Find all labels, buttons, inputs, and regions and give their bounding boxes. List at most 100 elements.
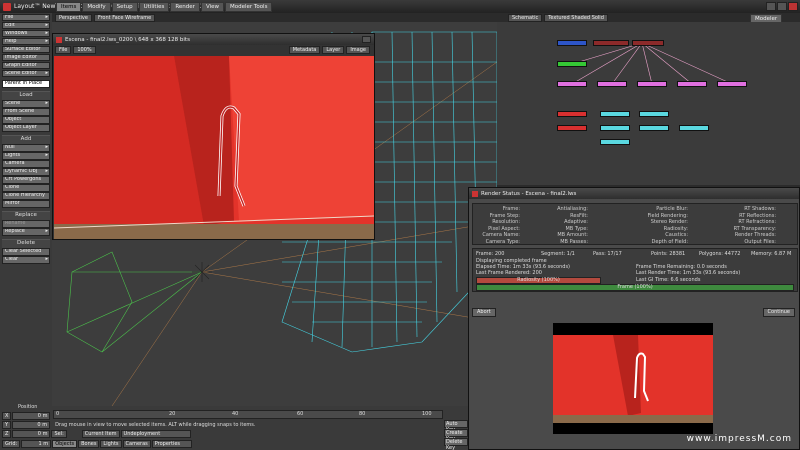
z-position-unit: m — [42, 430, 48, 437]
scene-editor-button[interactable]: Scene Editor — [2, 69, 50, 77]
file-menu[interactable]: File — [2, 13, 50, 21]
close-icon[interactable] — [788, 2, 798, 11]
schematic-node[interactable] — [593, 40, 629, 46]
schematic-node[interactable] — [557, 40, 587, 46]
frame-number: Frame: 200 — [476, 251, 505, 257]
clear-button[interactable]: Clear — [2, 256, 50, 264]
z-position-field[interactable]: 0 m — [12, 429, 51, 438]
tab-items[interactable]: Items — [56, 1, 82, 12]
view-mode-dropdown[interactable]: Perspective — [55, 13, 92, 22]
frame-progress-bar: Frame (100%) — [476, 284, 794, 291]
schematic-node[interactable] — [639, 111, 669, 117]
schematic-node[interactable] — [557, 111, 587, 117]
schematic-view-dropdown[interactable]: Schematic — [508, 13, 543, 22]
load-from-scene-button[interactable]: From Scene — [2, 108, 50, 116]
schematic-node[interactable] — [679, 125, 709, 131]
load-object-button[interactable]: Object — [2, 116, 50, 124]
edit-menu[interactable]: Edit — [2, 21, 50, 29]
schematic-node[interactable] — [637, 81, 667, 87]
auto-key-button[interactable]: Auto Key — [444, 420, 468, 433]
schematic-render-dropdown[interactable]: Textured Shaded Solid — [544, 13, 608, 22]
metadata-button[interactable]: Metadata — [288, 46, 321, 54]
properties-button[interactable]: Properties — [151, 439, 192, 448]
schematic-viewport[interactable] — [497, 22, 800, 185]
image-viewer-titlebar: Escena - final2.lws_0200 \ 648 x 368 128… — [53, 34, 374, 45]
y-position-field[interactable]: 0 m — [12, 420, 51, 429]
maximize-icon[interactable] — [777, 2, 787, 11]
file-dropdown[interactable]: File — [55, 46, 72, 54]
schematic-node[interactable] — [597, 81, 627, 87]
pass-count: Pass: 17/17 — [593, 251, 622, 257]
clear-selected-button[interactable]: Clear Selected — [2, 248, 50, 256]
frame-ruler[interactable]: 0 20 40 60 80 100 — [53, 410, 443, 419]
schematic-node[interactable] — [639, 125, 669, 131]
surface-editor-button[interactable]: Surface Editor — [2, 45, 50, 53]
image-viewer-toolbar: File 100% Metadata Layer Image — [53, 45, 374, 55]
schematic-node[interactable] — [677, 81, 707, 87]
x-position-field[interactable]: 0 m — [12, 411, 51, 420]
image-dropdown[interactable]: Image — [346, 46, 370, 54]
add-camera-button[interactable]: Camera — [2, 160, 50, 168]
render-status-title: Render Status - Escena - final2.lws — [481, 190, 577, 197]
tab-utilities[interactable]: Utilities — [138, 1, 170, 12]
load-scene-button[interactable]: Scene — [2, 100, 50, 108]
rename-button[interactable]: Rename — [2, 220, 50, 228]
lightwave-logo-icon — [3, 2, 11, 11]
bones-edit-tab[interactable]: Bones — [78, 439, 100, 448]
schematic-node[interactable] — [600, 139, 630, 145]
app-icon — [472, 190, 478, 197]
current-item-dropdown[interactable]: Undeployment — [120, 429, 191, 438]
load-object-layer-button[interactable]: Object Layer — [2, 124, 50, 132]
help-menu[interactable]: Help — [2, 37, 50, 45]
y-position-value: 0 — [37, 421, 41, 428]
tab-view[interactable]: View — [200, 1, 224, 12]
tab-modeler-tools[interactable]: Modeler Tools — [225, 1, 273, 12]
zoom-dropdown[interactable]: 100% — [73, 46, 96, 54]
lights-edit-tab[interactable]: Lights — [100, 439, 122, 448]
parent-in-place-toggle[interactable]: Parent in Place — [2, 80, 50, 88]
grid-row: Grid: 1 m Objects Bones Lights Cameras P… — [2, 439, 193, 448]
schematic-node[interactable] — [557, 81, 587, 87]
main-viewport-toolbar: Perspective Front Face Wireframe — [55, 13, 157, 22]
schematic-node[interactable] — [557, 125, 587, 131]
schematic-node[interactable] — [557, 61, 587, 67]
schematic-node[interactable] — [717, 81, 747, 87]
radiosity-progress-label: Radiosity (100%) — [517, 277, 560, 283]
clone-button[interactable]: Clone — [2, 184, 50, 192]
last-frame-rendered: Last Frame Rendered: 200 — [476, 270, 542, 276]
schematic-node[interactable] — [600, 125, 630, 131]
ruler-tick: 100 — [422, 411, 432, 417]
render-mode-dropdown[interactable]: Front Face Wireframe — [93, 13, 156, 22]
schematic-node[interactable] — [600, 111, 630, 117]
preview-frame — [553, 335, 713, 423]
tab-setup[interactable]: Setup — [111, 1, 138, 12]
delete-key-button[interactable]: Delete Key — [444, 438, 468, 450]
close-icon[interactable] — [362, 36, 371, 43]
add-null-button[interactable]: Null — [2, 144, 50, 152]
status-message: Drag mouse in view to move selected item… — [55, 421, 256, 428]
cameras-edit-tab[interactable]: Cameras — [122, 439, 151, 448]
tab-modify[interactable]: Modify — [82, 1, 111, 12]
render-status-window[interactable]: Render Status - Escena - final2.lws Fram… — [468, 187, 800, 450]
clone-hierarchy-button[interactable]: Clone Hierarchy — [2, 192, 50, 200]
add-dynamic-obj-button[interactable]: Dynamic Obj — [2, 168, 50, 176]
add-crt-powergons-button[interactable]: Crt Powergons — [2, 176, 50, 184]
windows-menu[interactable]: Windows — [2, 29, 50, 37]
image-viewer-window[interactable]: Escena - final2.lws_0200 \ 648 x 368 128… — [52, 33, 375, 240]
graph-editor-button[interactable]: Graph Editor — [2, 61, 50, 69]
objects-edit-tab[interactable]: Objects — [52, 439, 78, 448]
continue-button[interactable]: Continue — [762, 308, 795, 317]
position-label: Position — [18, 404, 38, 410]
create-key-button[interactable]: Create Key — [444, 429, 468, 442]
grid-size-field[interactable]: 1 m — [21, 439, 52, 448]
mirror-button[interactable]: Mirror — [2, 200, 50, 208]
image-editor-button[interactable]: Image Editor — [2, 53, 50, 61]
schematic-node[interactable] — [632, 40, 664, 46]
replace-button[interactable]: Replace — [2, 228, 50, 236]
abort-button[interactable]: Abort — [472, 308, 496, 317]
add-lights-button[interactable]: Lights — [2, 152, 50, 160]
x-position-unit: m — [42, 412, 48, 419]
minimize-icon[interactable] — [766, 2, 776, 11]
tab-render[interactable]: Render — [170, 1, 200, 12]
layer-dropdown[interactable]: Layer — [322, 46, 345, 54]
